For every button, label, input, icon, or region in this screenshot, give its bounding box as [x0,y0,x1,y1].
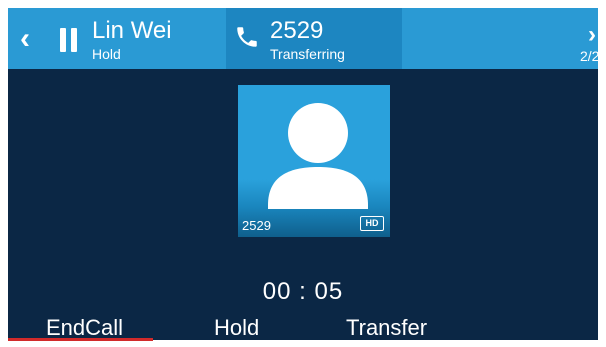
contact-avatar: 2529 HD [238,85,390,237]
call-screen: ‹ Lin Wei Hold 2529 Transferring › 2/2 2… [8,8,598,340]
transfer-button[interactable]: Transfer [346,316,427,340]
active-call-number: 2529 [270,17,324,44]
active-call-status: Transferring [270,46,345,62]
call-header: ‹ Lin Wei Hold 2529 Transferring › 2/2 [8,8,598,69]
held-call-status: Hold [92,46,121,62]
chevron-left-icon[interactable]: ‹ [20,24,42,54]
endcall-indicator [8,338,153,341]
contact-number: 2529 [242,218,271,233]
softkey-bar: EndCall Hold Transfer [8,316,598,340]
phone-icon [237,27,257,47]
chevron-right-icon[interactable]: › [588,23,598,47]
hold-button[interactable]: Hold [214,316,259,340]
page-indicator: 2/2 [580,48,598,64]
pause-icon [60,28,78,52]
endcall-button[interactable]: EndCall [46,316,123,340]
call-timer: 00 : 05 [262,278,344,305]
contact-silhouette-icon [268,103,368,209]
held-call-name: Lin Wei [92,17,172,44]
hd-badge: HD [360,216,384,231]
